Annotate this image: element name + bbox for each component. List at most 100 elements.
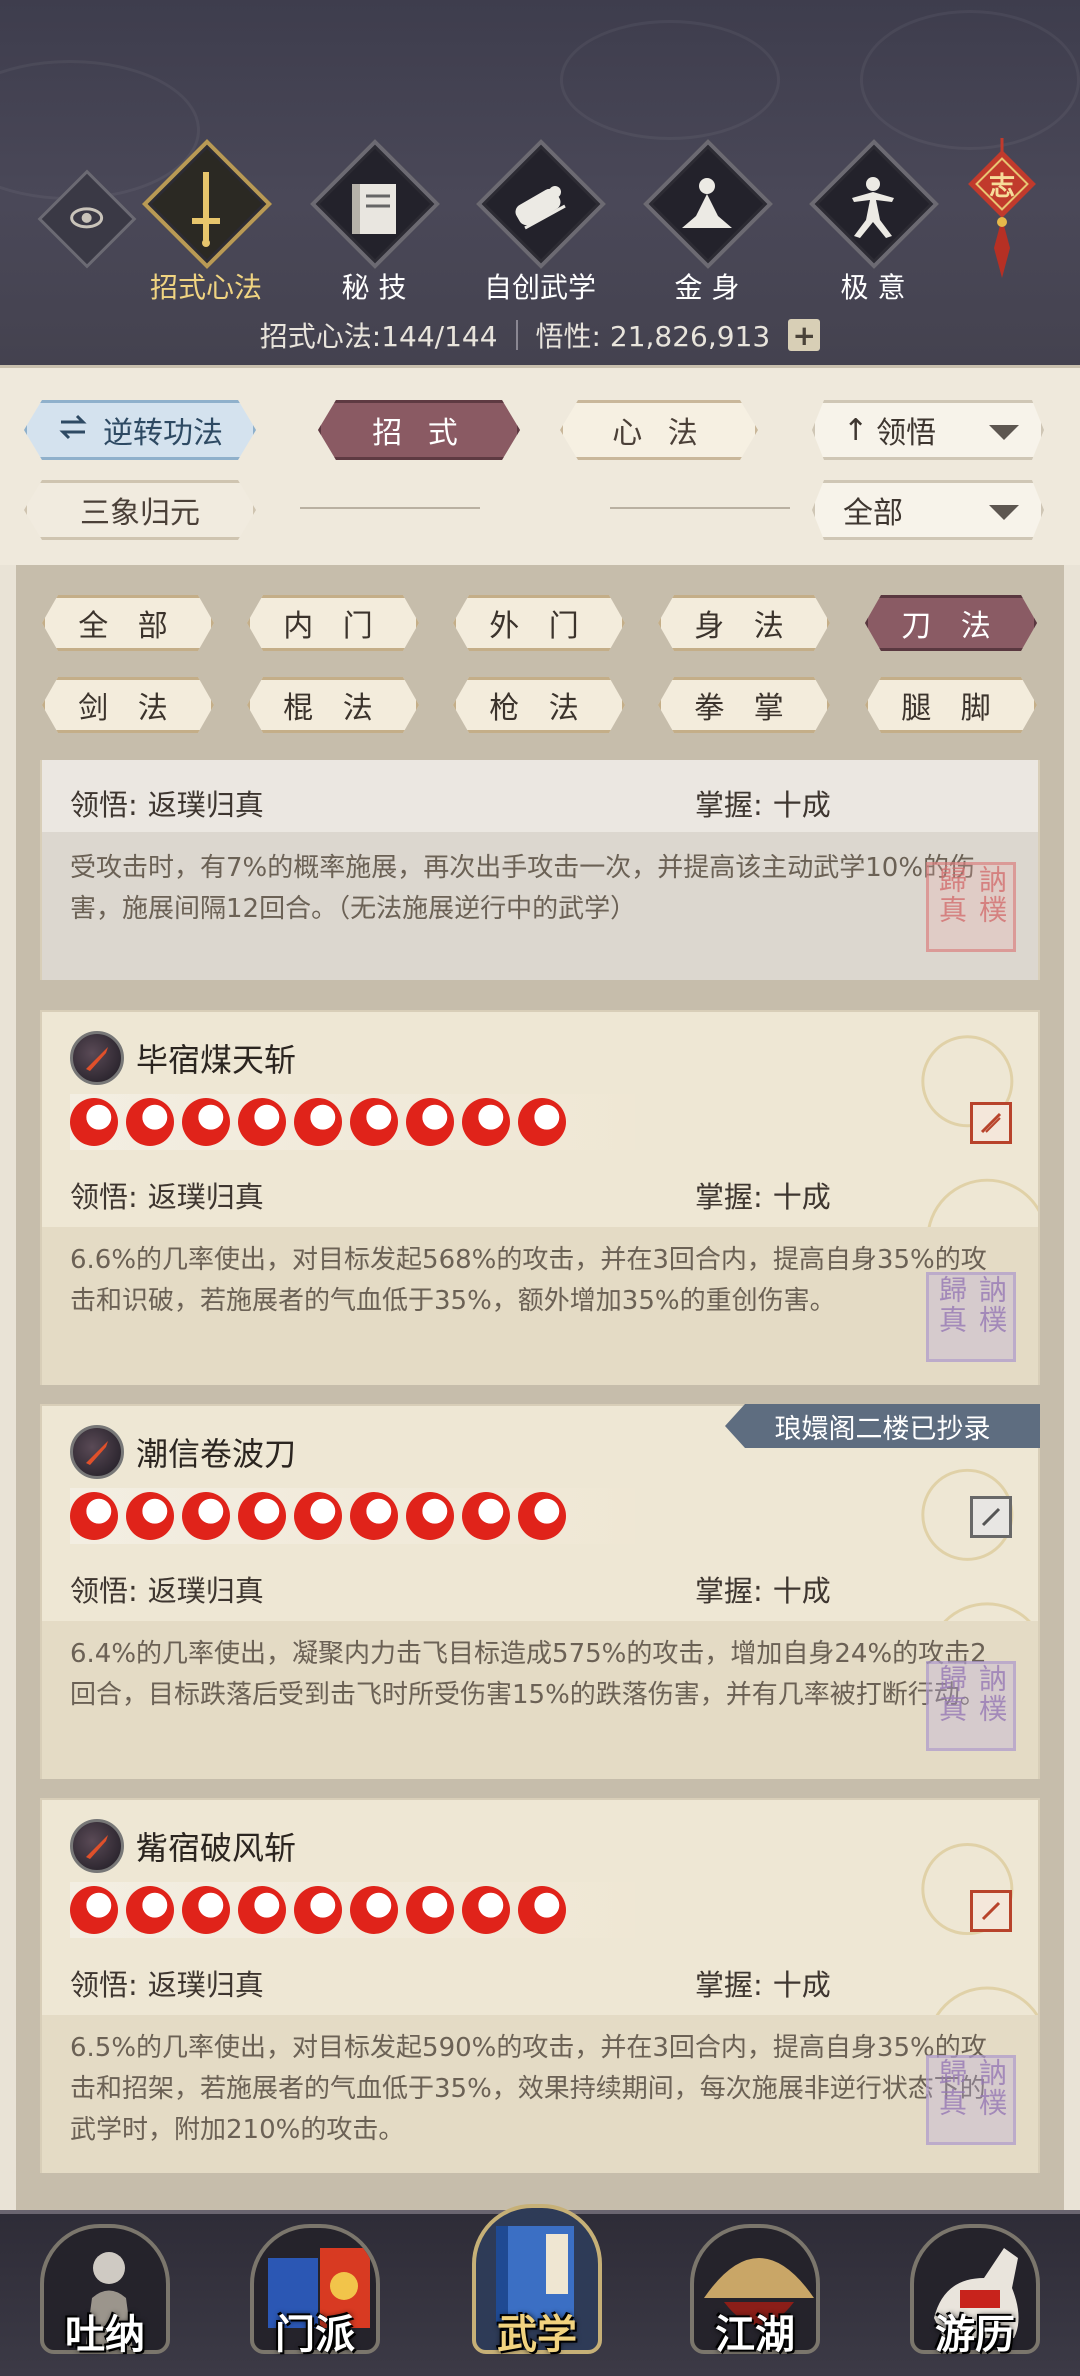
flame-star-icon <box>406 1886 454 1934</box>
skill-description: 6.5%的几率使出，对目标发起590%的攻击，并在3回合内，提高自身35%的攻击… <box>70 2033 987 2145</box>
category-tab[interactable]: 全 部 <box>42 595 214 651</box>
nav-martial-arts[interactable]: 武学 <box>462 2204 612 2374</box>
category-tab[interactable]: 身 法 <box>658 595 830 651</box>
flame-star-icon <box>462 1886 510 1934</box>
tab-moves[interactable]: 招 式 <box>318 400 520 460</box>
nav-label: 武学 <box>497 2311 577 2358</box>
nav-breathing[interactable]: 吐纳 <box>30 2204 180 2374</box>
sword-icon <box>126 168 286 248</box>
star-rating <box>70 1488 635 1544</box>
skill-list[interactable]: 领悟: 返璞归真 掌握: 十成 受攻击时，有7%的概率施展，再次出手攻击一次，并提高… <box>16 760 1064 2210</box>
flame-star-icon <box>406 1492 454 1540</box>
divider <box>610 507 790 509</box>
star-rating <box>70 1094 635 1150</box>
flame-star-icon <box>238 1886 286 1934</box>
flame-star-icon <box>182 1098 230 1146</box>
sort-dropdown[interactable]: ↑ 领悟 <box>812 400 1044 460</box>
chevron-down-icon <box>989 505 1019 520</box>
skill-card[interactable]: 觜宿破风斩 领悟: 返璞归真 掌握: 十成 6.5%的几率使出，对目标发起590%的… <box>40 1798 1040 2173</box>
flame-star-icon <box>462 1098 510 1146</box>
skill-card[interactable]: 琅嬛阁二楼已抄录 潮信卷波刀 领悟: 返璞归真 掌握: 十成 6.4%的几率使出，凝… <box>40 1404 1040 1779</box>
category-tab[interactable]: 枪 法 <box>453 677 625 733</box>
add-insight-button[interactable]: + <box>788 319 821 352</box>
tab-golden-body[interactable]: 金 身 <box>627 138 787 304</box>
divider <box>515 320 518 350</box>
skill-description: 6.4%的几率使出，凝聚内力击飞目标造成575%的攻击，增加自身24%的攻击2回… <box>70 1639 987 1710</box>
seal-stamp: 訥樸 歸真 <box>926 862 1016 952</box>
cloud-decoration <box>560 20 780 140</box>
seal-stamp: 訥樸 歸真 <box>926 1272 1016 1362</box>
sanxiang-button[interactable]: 三象归元 <box>24 480 256 540</box>
flame-star-icon <box>70 1492 118 1540</box>
saber-type-icon <box>970 1102 1012 1144</box>
talisman-char: 志 <box>988 172 1015 202</box>
skill-description: 受攻击时，有7%的概率施展，再次出手攻击一次，并提高该主动武学10%的伤害，施展… <box>70 853 976 924</box>
insight-value: 悟性: 21,826,913 <box>535 320 771 353</box>
category-tab[interactable]: 外 门 <box>453 595 625 651</box>
header: 招式心法 秘 技 自创武学 金 身 极 意 志 招式心法:144/144 悟性:… <box>0 0 1080 365</box>
talisman-ornament[interactable]: 志 <box>960 138 1044 288</box>
blade-skill-icon <box>70 1031 124 1085</box>
skill-card[interactable]: 毕宿煤天斩 领悟: 返璞归真 掌握: 十成 6.6%的几率使出，对目标发起568%的… <box>40 1010 1040 1385</box>
swap-arrows-icon <box>57 413 89 448</box>
category-tab[interactable]: 内 门 <box>247 595 419 651</box>
flame-star-icon <box>238 1492 286 1540</box>
skill-title: 毕宿煤天斩 <box>70 1030 296 1086</box>
blade-skill-icon <box>70 1425 124 1479</box>
flame-star-icon <box>350 1886 398 1934</box>
category-tabs: 全 部 内 门 外 门 身 法 刀 法 剑 法 棍 法 枪 法 拳 掌 腿 脚 <box>16 565 1064 750</box>
flame-star-icon <box>70 1886 118 1934</box>
bottom-nav: 吐纳 门派 武学 江湖 游历 <box>0 2204 1080 2376</box>
skill-meta: 领悟: 返璞归真 掌握: 十成 <box>70 1574 831 1608</box>
skill-name: 觜宿破风斩 <box>136 1829 297 1867</box>
category-tab[interactable]: 拳 掌 <box>658 677 830 733</box>
category-tab[interactable]: 腿 脚 <box>865 677 1037 733</box>
star-rating <box>70 1882 635 1938</box>
blade-skill-icon <box>70 1819 124 1873</box>
moves-tab-label: 招 式 <box>372 416 466 451</box>
nav-sect[interactable]: 门派 <box>240 2204 390 2374</box>
tab-heart-method[interactable]: 心 法 <box>560 400 758 460</box>
flame-star-icon <box>238 1098 286 1146</box>
reverse-technique-button[interactable]: 逆转功法 <box>24 400 256 460</box>
heart-tab-label: 心 法 <box>612 416 706 451</box>
tab-self-created[interactable]: 自创武学 <box>460 138 620 304</box>
copied-status-ribbon: 琅嬛阁二楼已抄录 <box>725 1404 1040 1448</box>
tab-label: 自创武学 <box>483 271 596 304</box>
chevron-down-icon <box>989 425 1019 440</box>
cloud-decoration <box>860 10 1080 150</box>
divider <box>300 507 480 509</box>
flame-star-icon <box>182 1492 230 1540</box>
category-tab[interactable]: 棍 法 <box>247 677 419 733</box>
category-tab[interactable]: 剑 法 <box>42 677 214 733</box>
skill-name: 潮信卷波刀 <box>136 1435 297 1473</box>
reverse-label: 逆转功法 <box>103 416 223 451</box>
flame-star-icon <box>126 1492 174 1540</box>
skill-title: 觜宿破风斩 <box>70 1818 296 1874</box>
category-tab-active[interactable]: 刀 法 <box>865 595 1037 651</box>
tab-label: 极 意 <box>840 271 906 304</box>
skill-panel: 全 部 内 门 外 门 身 法 刀 法 剑 法 棍 法 枪 法 拳 掌 腿 脚 … <box>16 565 1064 2210</box>
tab-secret-skill[interactable]: 秘 技 <box>294 138 454 304</box>
martial-stance-icon <box>793 168 953 248</box>
skill-meta: 领悟: 返璞归真 掌握: 十成 <box>70 1968 831 2002</box>
skill-card[interactable]: 领悟: 返璞归真 掌握: 十成 受攻击时，有7%的概率施展，再次出手攻击一次，并提高… <box>40 760 1040 980</box>
nav-jianghu[interactable]: 江湖 <box>680 2204 830 2374</box>
scroll-icon <box>460 168 620 248</box>
scope-dropdown[interactable]: 全部 <box>812 480 1044 540</box>
tab-label: 金 身 <box>674 271 740 304</box>
book-icon <box>294 168 454 248</box>
sort-label: 领悟 <box>876 416 937 451</box>
seal-stamp: 訥樸 歸真 <box>926 2055 1016 2145</box>
flame-star-icon <box>182 1886 230 1934</box>
tab-ultimate-intent[interactable]: 极 意 <box>793 138 953 304</box>
skill-meta: 领悟: 返璞归真 掌握: 十成 <box>70 1180 831 1214</box>
tab-moves-heart[interactable]: 招式心法 <box>126 138 286 304</box>
skill-title: 潮信卷波刀 <box>70 1424 296 1480</box>
flame-star-icon <box>70 1098 118 1146</box>
nav-travel[interactable]: 游历 <box>900 2204 1050 2374</box>
meditation-icon <box>627 168 787 248</box>
tab-label: 招式心法 <box>149 271 262 304</box>
skill-meta: 领悟: 返璞归真 掌握: 十成 <box>70 788 831 822</box>
seal-stamp: 訥樸 歸真 <box>926 1661 1016 1751</box>
